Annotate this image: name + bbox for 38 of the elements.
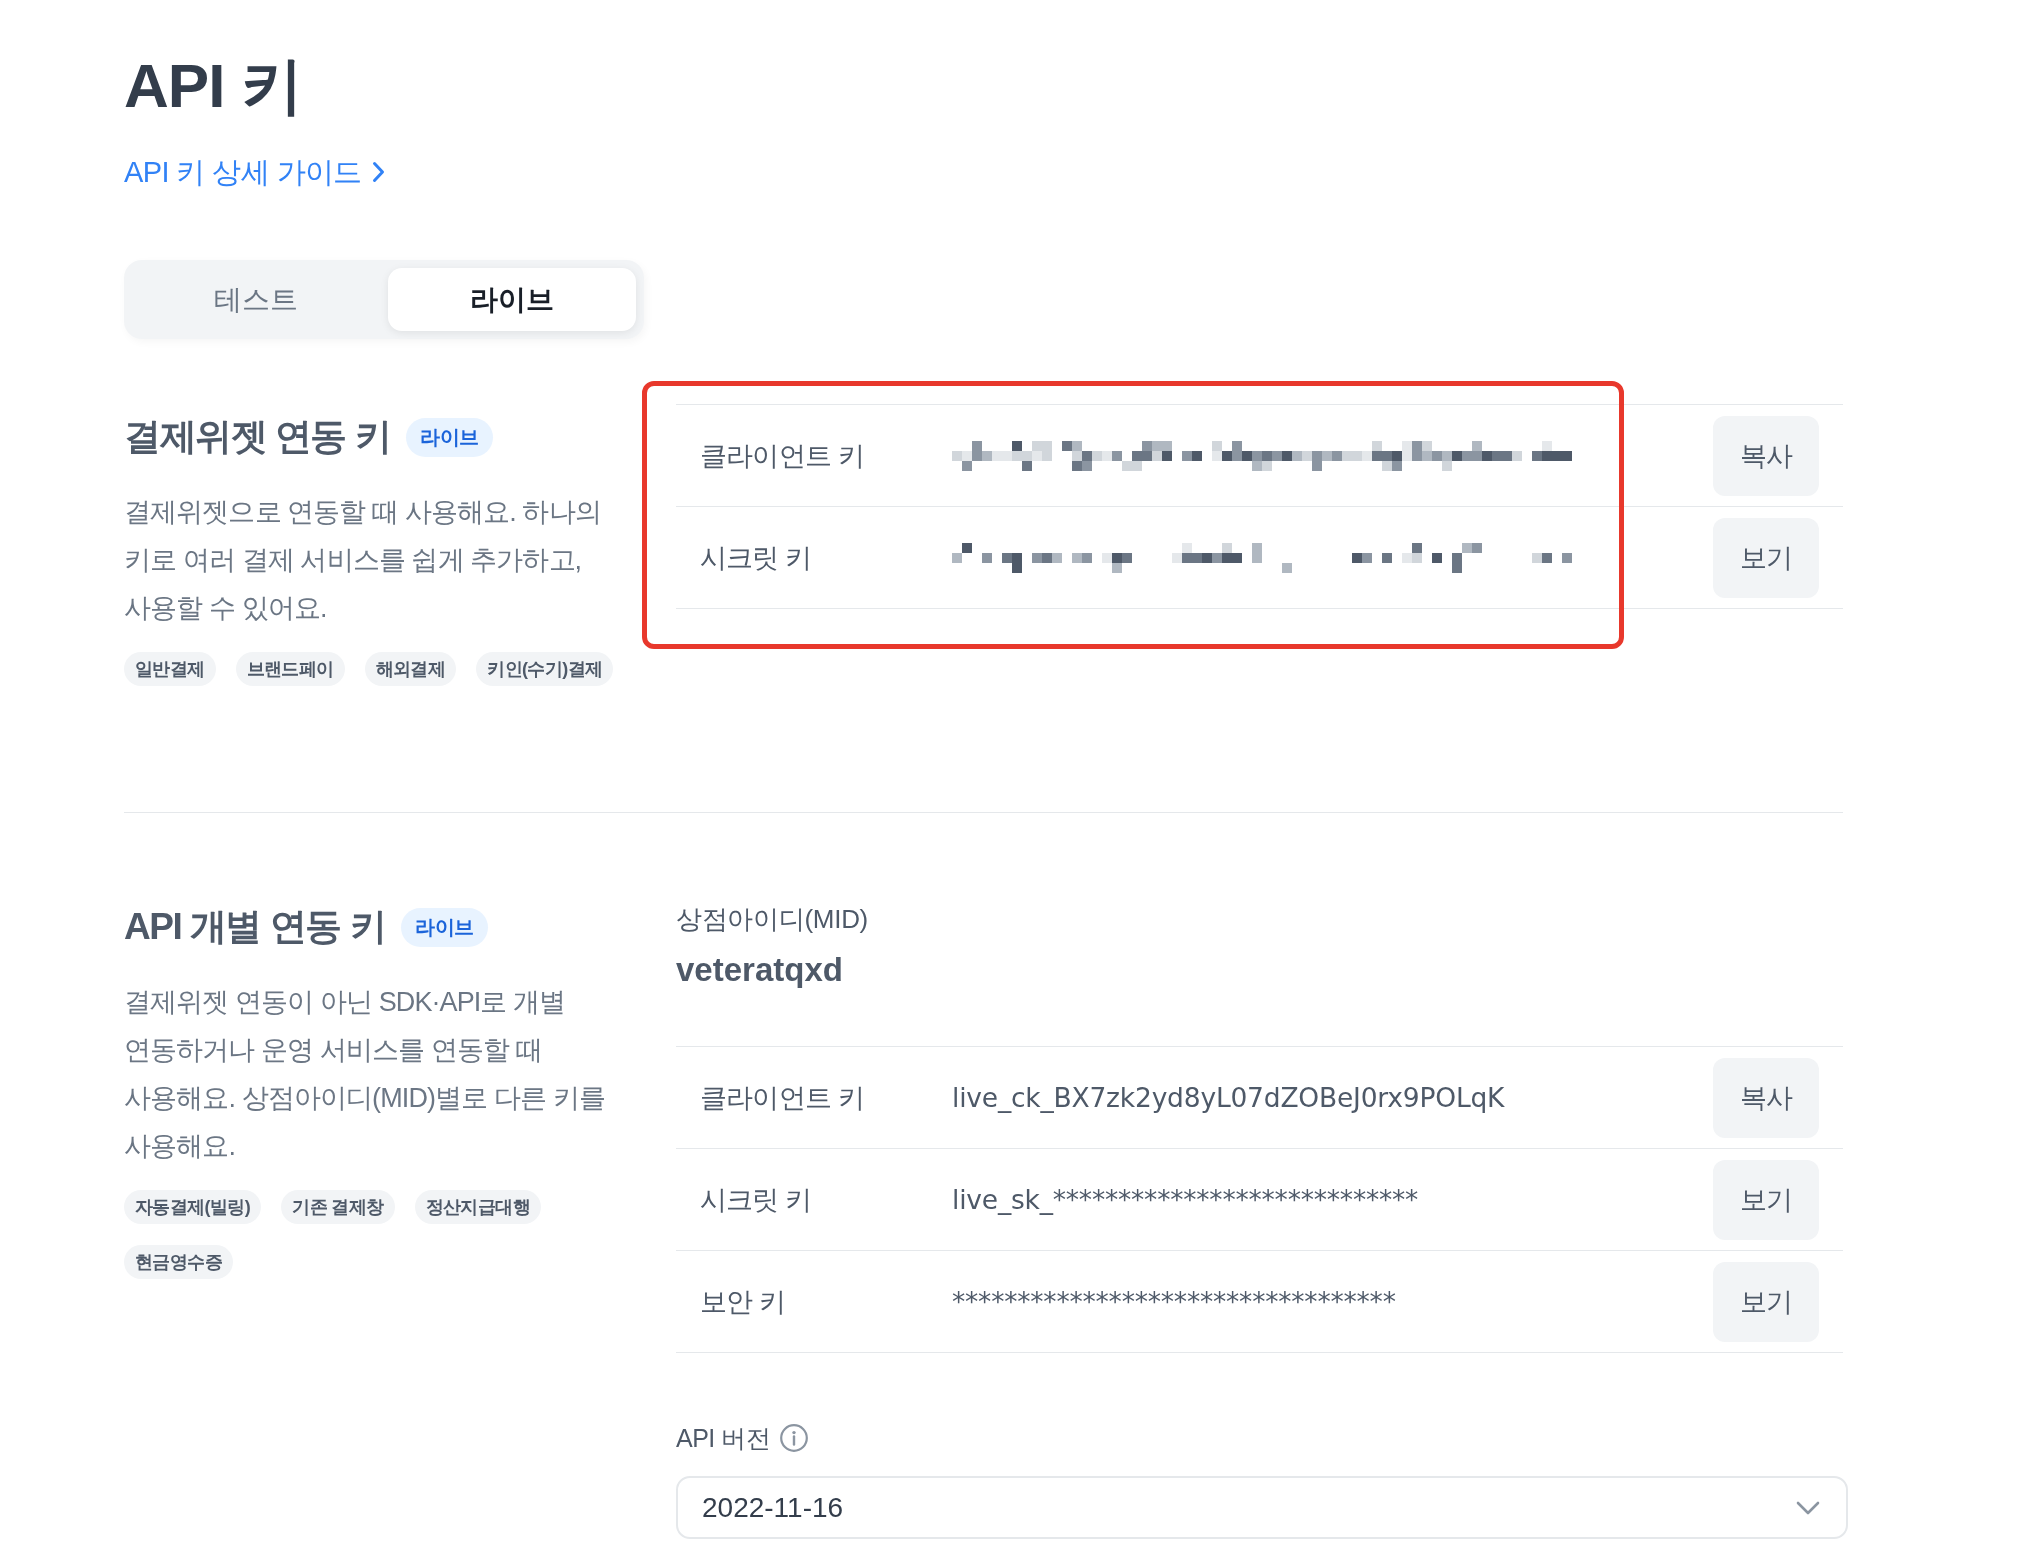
guide-link[interactable]: API 키 상세 가이드 (124, 152, 385, 192)
chevron-down-icon (1796, 1500, 1820, 1515)
key-label: 클라이언트 키 (700, 439, 864, 473)
key-value: live_sk_**************************** (952, 1184, 1419, 1215)
api-version-label: API 버전 (676, 1423, 771, 1454)
version-select[interactable]: 2022-11-16 (676, 1476, 1848, 1539)
service-tag: 일반결제 (124, 652, 216, 686)
key-label: 시크릿 키 (700, 1183, 812, 1217)
merchant-id-label: 상점아이디(MID) (676, 903, 868, 936)
key-action-button[interactable]: 보기 (1713, 1159, 1819, 1240)
service-tag: 해외결제 (364, 652, 457, 686)
tab[interactable]: 라이브 (388, 268, 636, 331)
key-action-button[interactable]: 보기 (1713, 517, 1819, 598)
tab[interactable]: 테스트 (132, 268, 380, 331)
service-tag: 자동결제(빌링) (124, 1190, 262, 1224)
key-action-button[interactable]: 복사 (1713, 1057, 1819, 1138)
page-title: API 키 (124, 50, 302, 122)
key-value: ********************************** (952, 1286, 1396, 1317)
section-heading: 결제위젯 연동 키 (124, 415, 391, 459)
merchant-id-value: veteratqxd (676, 950, 843, 990)
service-tag: 현금영수증 (124, 1245, 233, 1279)
status-badge: 라이브 (401, 907, 488, 947)
section-description: 결제위젯 연동이 아닌 SDK·API로 개별 연동하거나 운영 서비스를 연동할 때 사용해요. 상점아이디(MID)별로 다른 키를 사용해요. (124, 986, 606, 1163)
status-badge: 라이브 (406, 417, 493, 457)
key-label: 보안 키 (700, 1285, 786, 1319)
chevron-right-icon (371, 161, 385, 183)
key-label: 클라이언트 키 (700, 1081, 864, 1115)
section-description: 결제위젯으로 연동할 때 사용해요. 하나의 키로 여러 결제 서비스를 쉽게 추가하고, 사용할 수 있어요. (124, 496, 602, 625)
key-action-button[interactable]: 복사 (1713, 415, 1819, 496)
key-value: live_ck_BX7zk2yd8yL07dZOBeJ0rx9POLqK (952, 1082, 1505, 1113)
section-heading: API 개별 연동 키 (124, 905, 386, 949)
info-icon[interactable] (780, 1424, 809, 1452)
service-tag: 기존 결제창 (281, 1190, 395, 1224)
key-label: 시크릿 키 (700, 541, 812, 575)
service-tag: 정산지급대행 (414, 1190, 541, 1224)
service-tag: 키인(수기)결제 (476, 652, 614, 686)
key-action-button[interactable]: 보기 (1713, 1261, 1819, 1342)
service-tag: 브랜드페이 (235, 652, 345, 686)
